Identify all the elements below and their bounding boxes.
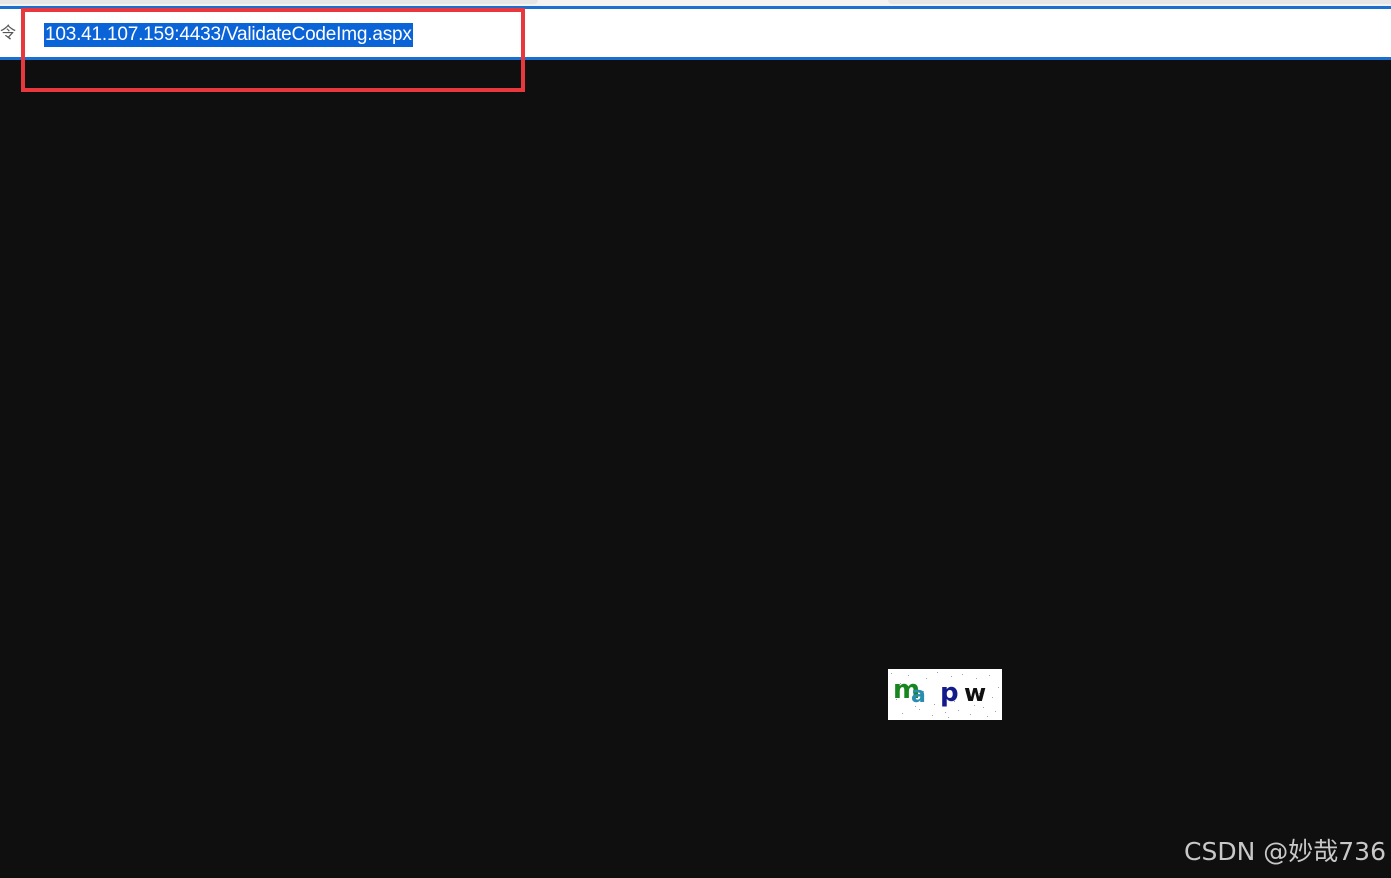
address-bar[interactable]: 令 103.41.107.159:4433/ValidateCodeImg.as… xyxy=(0,6,1391,60)
site-info-icon[interactable]: 令 xyxy=(0,24,16,44)
tab-right-edge[interactable] xyxy=(888,0,1391,4)
captcha-char-2: a xyxy=(911,683,926,708)
captcha-image: m a p w xyxy=(888,669,1002,720)
csdn-watermark: CSDN @妙哉736 xyxy=(1184,837,1386,866)
browser-window: 令 103.41.107.159:4433/ValidateCodeImg.as… xyxy=(0,0,1391,878)
url-input-selected-text[interactable]: 103.41.107.159:4433/ValidateCodeImg.aspx xyxy=(44,23,413,47)
captcha-char-4: w xyxy=(964,679,987,707)
captcha-char-3: p xyxy=(940,678,959,708)
tab-left-edge[interactable] xyxy=(0,0,538,4)
